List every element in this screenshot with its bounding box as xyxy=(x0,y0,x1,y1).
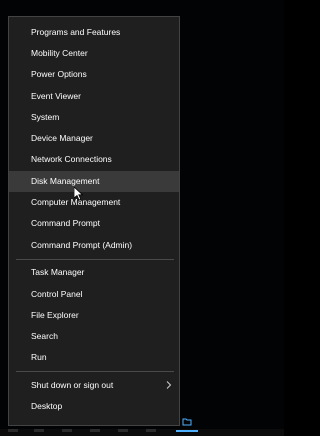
menu-item-network-connections[interactable]: Network Connections xyxy=(9,149,179,170)
taskbar-item[interactable] xyxy=(34,429,44,432)
menu-item-device-manager[interactable]: Device Manager xyxy=(9,128,179,149)
chevron-right-icon xyxy=(166,381,172,389)
menu-item-control-panel[interactable]: Control Panel xyxy=(9,284,179,305)
menu-item-computer-management[interactable]: Computer Management xyxy=(9,192,179,213)
menu-item-search[interactable]: Search xyxy=(9,326,179,347)
menu-item-programs-and-features[interactable]: Programs and Features xyxy=(9,22,179,43)
desktop-screen: Programs and Features Mobility Center Po… xyxy=(0,0,284,436)
menu-item-file-explorer[interactable]: File Explorer xyxy=(9,305,179,326)
taskbar-item[interactable] xyxy=(90,429,100,432)
menu-separator xyxy=(16,259,174,260)
menu-item-mobility-center[interactable]: Mobility Center xyxy=(9,43,179,64)
taskbar-item[interactable] xyxy=(146,429,156,432)
menu-item-label: Shut down or sign out xyxy=(31,380,114,390)
mouse-cursor-icon xyxy=(74,187,84,201)
menu-item-command-prompt-admin[interactable]: Command Prompt (Admin) xyxy=(9,235,179,256)
taskbar xyxy=(0,429,284,436)
menu-item-event-viewer[interactable]: Event Viewer xyxy=(9,86,179,107)
taskbar-item[interactable] xyxy=(62,429,72,432)
taskbar-item[interactable] xyxy=(8,429,18,432)
menu-item-run[interactable]: Run xyxy=(9,347,179,368)
menu-item-shut-down-or-sign-out[interactable]: Shut down or sign out xyxy=(9,375,179,396)
menu-item-command-prompt[interactable]: Command Prompt xyxy=(9,213,179,234)
active-app-indicator xyxy=(176,430,198,432)
menu-item-desktop[interactable]: Desktop xyxy=(9,396,179,417)
menu-separator xyxy=(16,371,174,372)
file-explorer-taskbar-icon[interactable] xyxy=(182,416,192,426)
menu-item-system[interactable]: System xyxy=(9,107,179,128)
menu-item-disk-management[interactable]: Disk Management xyxy=(9,171,179,192)
winx-context-menu: Programs and Features Mobility Center Po… xyxy=(8,16,180,426)
menu-item-power-options[interactable]: Power Options xyxy=(9,64,179,85)
menu-item-task-manager[interactable]: Task Manager xyxy=(9,262,179,283)
taskbar-item[interactable] xyxy=(118,429,128,432)
